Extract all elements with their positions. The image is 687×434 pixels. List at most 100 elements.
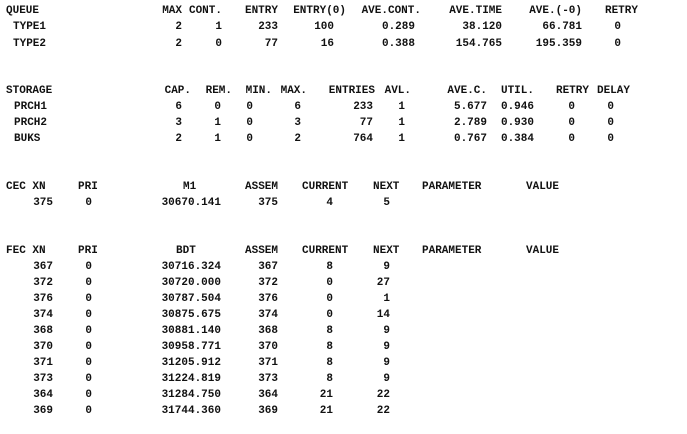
fec-row: 370 0 30958.771 370 8 9 xyxy=(0,339,687,355)
fec-next: 9 xyxy=(383,261,390,273)
fec-pri: 0 xyxy=(85,341,92,353)
fec-row: 367 0 30716.324 367 8 9 xyxy=(0,259,687,275)
fec-bdt: 31284.750 xyxy=(161,389,221,401)
fec-header-value: VALUE xyxy=(526,245,560,257)
fec-header-xn: FEC XN xyxy=(6,245,46,257)
fec-current: 8 xyxy=(326,373,333,385)
fec-header-pri: PRI xyxy=(78,245,98,257)
fec-pri: 0 xyxy=(85,389,92,401)
storage-name: BUKS xyxy=(14,133,41,145)
fec-pri: 0 xyxy=(85,373,92,385)
fec-row: 374 0 30875.675 374 0 14 xyxy=(0,307,687,323)
storage-header-avl: AVL. xyxy=(384,85,411,97)
queue-header-max: MAX xyxy=(162,5,182,17)
fec-row: 373 0 31224.819 373 8 9 xyxy=(0,371,687,387)
queue-header-avecont: AVE.CONT. xyxy=(361,5,421,17)
queue-retry: 0 xyxy=(614,38,621,50)
queue-header-avetime: AVE.TIME xyxy=(449,5,502,17)
fec-pri: 0 xyxy=(85,405,92,417)
fec-pri: 0 xyxy=(85,277,92,289)
cec-current: 4 xyxy=(326,197,333,209)
storage-min: 0 xyxy=(246,133,253,145)
storage-header-rem: REM. xyxy=(205,85,232,97)
queue-header-entry0: ENTRY(0) xyxy=(293,5,346,17)
storage-header-row: STORAGE CAP. REM. MIN. MAX. ENTRIES AVL.… xyxy=(0,83,687,99)
fec-next: 27 xyxy=(376,277,390,289)
storage-delay: 0 xyxy=(607,117,614,129)
queue-cont: 1 xyxy=(215,21,222,33)
fec-bdt: 30958.771 xyxy=(161,341,221,353)
storage-min: 0 xyxy=(246,101,253,113)
storage-entries: 764 xyxy=(353,133,373,145)
queue-header-name: QUEUE xyxy=(6,5,40,17)
fec-bdt: 31205.912 xyxy=(161,357,221,369)
fec-current: 0 xyxy=(326,293,333,305)
storage-avec: 0.767 xyxy=(453,133,487,145)
fec-row: 369 0 31744.360 369 21 22 xyxy=(0,403,687,419)
fec-next: 9 xyxy=(383,325,390,337)
fec-bdt: 30787.504 xyxy=(161,293,221,305)
storage-avl: 1 xyxy=(398,133,405,145)
storage-entries: 77 xyxy=(359,117,373,129)
queue-entry0: 16 xyxy=(320,38,334,50)
storage-header-util: UTIL. xyxy=(500,85,534,97)
fec-next: 1 xyxy=(383,293,390,305)
fec-xn: 367 xyxy=(33,261,53,273)
queue-avetime: 38.120 xyxy=(462,21,502,33)
fec-assem: 372 xyxy=(258,277,278,289)
fec-header-next: NEXT xyxy=(373,245,400,257)
cec-header-parameter: PARAMETER xyxy=(422,181,482,193)
fec-xn: 364 xyxy=(33,389,53,401)
storage-header-min: MIN. xyxy=(245,85,272,97)
storage-util: 0.946 xyxy=(500,101,534,113)
storage-max: 6 xyxy=(294,101,301,113)
storage-rem: 1 xyxy=(214,117,221,129)
fec-header-row: FEC XN PRI BDT ASSEM CURRENT NEXT PARAME… xyxy=(0,243,687,259)
fec-assem: 364 xyxy=(258,389,278,401)
storage-header-delay: DELAY xyxy=(596,85,630,97)
fec-pri: 0 xyxy=(85,261,92,273)
queue-avetime: 154.765 xyxy=(455,38,502,50)
queue-header-entry: ENTRY xyxy=(244,5,278,17)
fec-xn: 376 xyxy=(33,293,53,305)
storage-row: PRCH2 3 1 0 3 77 1 2.789 0.930 0 0 xyxy=(0,115,687,131)
storage-cap: 2 xyxy=(175,133,182,145)
queue-row: TYPE2 2 0 77 16 0.388 154.765 195.359 0 xyxy=(0,36,687,52)
fec-header-parameter: PARAMETER xyxy=(422,245,482,257)
fec-current: 21 xyxy=(319,405,333,417)
storage-name: PRCH1 xyxy=(14,101,48,113)
fec-xn: 369 xyxy=(33,405,53,417)
storage-row: PRCH1 6 0 0 6 233 1 5.677 0.946 0 0 xyxy=(0,99,687,115)
storage-delay: 0 xyxy=(607,101,614,113)
storage-util: 0.384 xyxy=(500,133,534,145)
queue-header-retry: RETRY xyxy=(604,5,638,17)
storage-delay: 0 xyxy=(607,133,614,145)
fec-pri: 0 xyxy=(85,325,92,337)
fec-header-current: CURRENT xyxy=(302,245,349,257)
gpss-standard-report: QUEUE MAX CONT. ENTRY ENTRY(0) AVE.CONT.… xyxy=(0,0,687,434)
fec-current: 8 xyxy=(326,261,333,273)
fec-assem: 367 xyxy=(258,261,278,273)
fec-next: 22 xyxy=(376,389,390,401)
fec-xn: 372 xyxy=(33,277,53,289)
queue-cont: 0 xyxy=(215,38,222,50)
storage-avl: 1 xyxy=(398,101,405,113)
queue-entry: 233 xyxy=(258,21,278,33)
fec-assem: 374 xyxy=(258,309,278,321)
queue-max: 2 xyxy=(175,38,182,50)
storage-row: BUKS 2 1 0 2 764 1 0.767 0.384 0 0 xyxy=(0,131,687,147)
cec-xn: 375 xyxy=(33,197,53,209)
fec-next: 9 xyxy=(383,373,390,385)
storage-avl: 1 xyxy=(398,117,405,129)
fec-next: 22 xyxy=(376,405,390,417)
queue-avecont: 0.388 xyxy=(381,38,415,50)
fec-header-assem: ASSEM xyxy=(245,245,279,257)
fec-next: 9 xyxy=(383,357,390,369)
fec-current: 0 xyxy=(326,309,333,321)
storage-min: 0 xyxy=(246,117,253,129)
fec-bdt: 31744.360 xyxy=(161,405,221,417)
queue-header-row: QUEUE MAX CONT. ENTRY ENTRY(0) AVE.CONT.… xyxy=(0,3,687,19)
storage-entries: 233 xyxy=(353,101,373,113)
fec-current: 21 xyxy=(319,389,333,401)
storage-util: 0.930 xyxy=(500,117,534,129)
